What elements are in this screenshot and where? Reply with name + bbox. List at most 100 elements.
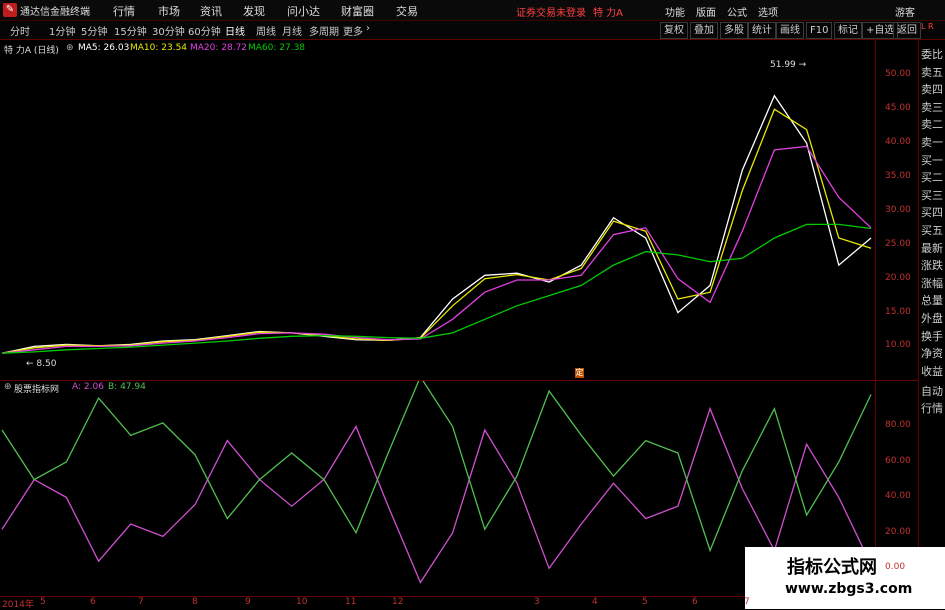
side-item[interactable]: 涨跌 (921, 259, 945, 272)
y-tick-label: 45.00 (885, 103, 911, 113)
side-item[interactable]: 涨幅 (921, 277, 945, 290)
draw-button[interactable]: 画线 (776, 22, 804, 39)
low-value: 8.50 (36, 359, 57, 369)
side-item[interactable]: 外盘 (921, 312, 945, 325)
axis-divider (875, 40, 876, 596)
menu-wealth[interactable]: 财富圈 (341, 3, 374, 19)
period-60min[interactable]: 60分钟 (188, 23, 221, 38)
menu-function[interactable]: 功能 (665, 4, 685, 19)
user-label[interactable]: 游客 (895, 4, 915, 19)
side-item[interactable]: 卖三 (921, 101, 945, 114)
app-title: 通达信金融终端 (20, 7, 90, 18)
app-logo-icon: ✎ (3, 3, 17, 17)
ma60-legend: MA60: 27.38 (248, 43, 306, 53)
x-tick-label: 4 (592, 597, 598, 607)
ma10-legend: MA10: 23.54 (130, 43, 188, 53)
period-weekly[interactable]: 周线 (256, 23, 276, 38)
y-tick-label: 25.00 (885, 239, 911, 249)
y-tick-label: 30.00 (885, 205, 911, 215)
y-tick-label: 80.00 (885, 420, 911, 430)
y-tick-label: 20.00 (885, 273, 911, 283)
x-tick-label: 7 (744, 597, 750, 607)
x-tick-label: 3 (534, 597, 540, 607)
menu-options[interactable]: 选项 (758, 4, 778, 19)
title-bar: ✎ 通达信金融终端 行情 市场 资讯 发现 问小达 财富圈 交易 证券交易未登录… (0, 0, 945, 21)
side-item[interactable]: 卖二 (921, 118, 945, 131)
multi-stock-button[interactable]: 多股 (720, 22, 748, 39)
login-notice[interactable]: 证券交易未登录 (516, 4, 586, 19)
menu-discover[interactable]: 发现 (243, 3, 265, 19)
y-tick-label: 50.00 (885, 69, 911, 79)
y-tick-label: 40.00 (885, 137, 911, 147)
x-tick-label: 5 (642, 597, 648, 607)
side-item[interactable]: 买二 (921, 171, 945, 184)
period-more[interactable]: 更多 (343, 23, 363, 38)
stats-button[interactable]: 统计 (748, 22, 776, 39)
menu-formula[interactable]: 公式 (727, 4, 747, 19)
x-tick-label: 2014年 (2, 600, 34, 610)
period-monthly[interactable]: 月线 (282, 23, 302, 38)
ma20-legend: MA20: 28.72 (190, 43, 248, 53)
x-tick-label: 8 (192, 597, 198, 607)
event-marker-icon[interactable]: 定 (575, 368, 584, 378)
side-item[interactable]: 总量 (921, 294, 945, 307)
y-tick-label: 10.00 (885, 340, 911, 350)
x-tick-label: 11 (345, 597, 357, 607)
x-tick-label: 7 (138, 597, 144, 607)
side-item[interactable]: 卖四 (921, 83, 945, 96)
x-tick-label: 6 (90, 597, 96, 607)
y-tick-label: 60.00 (885, 456, 911, 466)
period-15min[interactable]: 15分钟 (114, 23, 147, 38)
indicator-chart[interactable] (0, 381, 875, 596)
menu-news[interactable]: 资讯 (200, 3, 222, 19)
side-item[interactable]: 卖一 (921, 136, 945, 149)
menu-ask[interactable]: 问小达 (287, 3, 320, 19)
side-item[interactable]: 收益 (921, 365, 945, 378)
price-chart[interactable] (0, 40, 875, 380)
lr-toggle-icon[interactable]: L R (921, 22, 934, 31)
side-item[interactable]: 委比 (921, 48, 945, 61)
series-line-ma5 (1, 94, 872, 354)
menu-trade[interactable]: 交易 (396, 3, 418, 19)
x-tick-label: 5 (40, 597, 46, 607)
menu-market[interactable]: 市场 (158, 3, 180, 19)
menu-hq[interactable]: 行情 (113, 3, 135, 19)
y-tick-label: 40.00 (885, 491, 911, 501)
series-line-ma60 (1, 223, 872, 354)
period-daily[interactable]: 日线 (225, 23, 245, 38)
side-item[interactable]: 自动 (921, 385, 945, 398)
side-item[interactable]: 最新 (921, 242, 945, 255)
main-chart-title: 特 力A (日线) (4, 46, 59, 56)
series-line-ma10 (1, 108, 872, 354)
side-item[interactable]: 买四 (921, 206, 945, 219)
menu-layout[interactable]: 版面 (696, 4, 716, 19)
overlay-button[interactable]: 叠加 (690, 22, 718, 39)
mark-button[interactable]: 标记 (834, 22, 862, 39)
side-item[interactable]: 买五 (921, 224, 945, 237)
period-timeline[interactable]: 分时 (10, 23, 30, 38)
f10-button[interactable]: F10 (806, 22, 833, 39)
period-multi[interactable]: 多周期 (309, 23, 339, 38)
side-item[interactable]: 行情 (921, 402, 945, 415)
x-tick-label: 12 (392, 597, 404, 607)
side-item[interactable]: 买一 (921, 154, 945, 167)
quote-side-panel: L R 委比卖五卖四卖三卖二卖一买一买二买三买四买五最新涨跌涨幅总量外盘换手净资… (918, 22, 945, 609)
high-value: 51.99 (770, 60, 796, 70)
period-30min[interactable]: 30分钟 (152, 23, 185, 38)
period-5min[interactable]: 5分钟 (81, 23, 107, 38)
x-tick-label: 9 (245, 597, 251, 607)
adjust-button[interactable]: 复权 (660, 22, 688, 39)
side-item[interactable]: 换手 (921, 330, 945, 343)
y-tick-label: 15.00 (885, 307, 911, 317)
settings-icon[interactable]: ⊕ (66, 43, 74, 53)
x-tick-label: 6 (692, 597, 698, 607)
back-button[interactable]: 返回 (893, 22, 921, 39)
chevron-right-icon[interactable]: › (366, 23, 370, 34)
period-1min[interactable]: 1分钟 (49, 23, 75, 38)
x-tick-label: 10 (296, 597, 308, 607)
side-item[interactable]: 净资 (921, 347, 945, 360)
y-tick-label: 20.00 (885, 527, 911, 537)
side-item[interactable]: 卖五 (921, 66, 945, 79)
stock-name: 特 力A (593, 8, 624, 19)
side-item[interactable]: 买三 (921, 189, 945, 202)
